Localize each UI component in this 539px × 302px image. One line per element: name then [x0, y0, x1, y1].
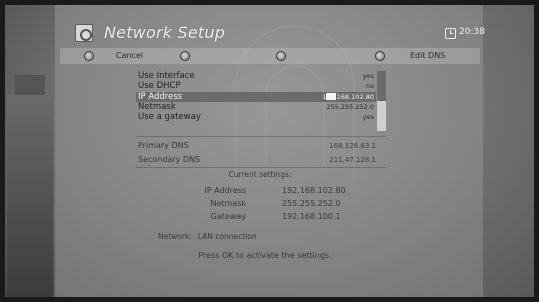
clock-icon	[445, 28, 456, 39]
current-label: IP Address	[204, 186, 246, 195]
dns-value: 211.47.128.1	[329, 156, 376, 164]
current-gateway-row: Gateway 192.168.100.1	[150, 212, 380, 223]
current-label: Netmask	[210, 199, 246, 208]
activate-hint: Press OK to activate the settings.	[198, 251, 332, 260]
network-label: Network:	[158, 232, 192, 241]
setting-use-interface[interactable]: Use Interface yes	[136, 71, 376, 81]
right-strip	[483, 5, 534, 297]
setting-ip-address[interactable]: IP Address 192.168.102.80	[136, 91, 376, 102]
page-title: Network Setup	[104, 23, 226, 42]
network-status: Network: LAN connection	[158, 232, 257, 241]
setting-label: Netmask	[138, 101, 176, 112]
setting-label: IP Address	[138, 91, 183, 102]
settings-scrollbar[interactable]	[377, 71, 386, 131]
settings-list: Use Interface yes Use DHCP no IP Address…	[136, 71, 376, 122]
network-setup-icon	[75, 24, 93, 42]
dns-label: Primary DNS	[138, 141, 189, 150]
primary-dns-row: Primary DNS 168.126.63.1	[136, 141, 376, 153]
current-netmask-row: Netmask 255.255.252.0	[150, 199, 380, 210]
edit-dns-button-label[interactable]: Edit DNS	[410, 51, 445, 60]
setting-value: yes	[362, 72, 374, 80]
background-tower	[7, 95, 53, 297]
setting-use-gateway[interactable]: Use a gateway yes	[136, 112, 376, 122]
scrollbar-thumb[interactable]	[377, 71, 386, 101]
setting-value: no	[365, 82, 374, 91]
setting-value[interactable]: 192.168.102.80	[322, 93, 374, 101]
cancel-button-label[interactable]: Cancel	[116, 51, 143, 60]
green-button-icon[interactable]	[180, 51, 190, 61]
current-value: 192.168.102.80	[282, 186, 346, 195]
dialog-header: Network Setup 20:38	[60, 20, 485, 50]
setting-label: Use Interface	[138, 71, 195, 81]
clock-time: 20:38	[459, 27, 485, 37]
setting-value: 255.255.252.0	[326, 102, 374, 111]
current-ip-row: IP Address 192.168.102.80	[150, 186, 380, 197]
dns-value: 168.126.63.1	[329, 142, 376, 150]
current-label: Gateway	[210, 212, 246, 221]
divider	[136, 167, 386, 168]
setting-value: yes	[362, 113, 374, 122]
yellow-button-icon[interactable]	[276, 51, 286, 61]
color-button-bar: Cancel Edit DNS	[60, 48, 480, 64]
blue-button-icon[interactable]	[375, 51, 385, 61]
setting-netmask[interactable]: Netmask 255.255.252.0	[136, 102, 376, 112]
secondary-dns-row: Secondary DNS 211.47.128.1	[136, 155, 376, 167]
dns-label: Secondary DNS	[138, 155, 201, 164]
network-value: LAN connection	[197, 232, 257, 241]
current-value: 255.255.252.0	[282, 199, 341, 208]
setting-label: Use DHCP	[138, 81, 181, 92]
current-settings-title: Current settings:	[228, 170, 292, 179]
setting-label: Use a gateway	[138, 112, 201, 123]
divider	[136, 136, 386, 137]
setting-use-dhcp[interactable]: Use DHCP no	[136, 81, 376, 91]
current-value: 192.168.100.1	[282, 212, 341, 221]
red-button-icon[interactable]	[84, 51, 94, 61]
